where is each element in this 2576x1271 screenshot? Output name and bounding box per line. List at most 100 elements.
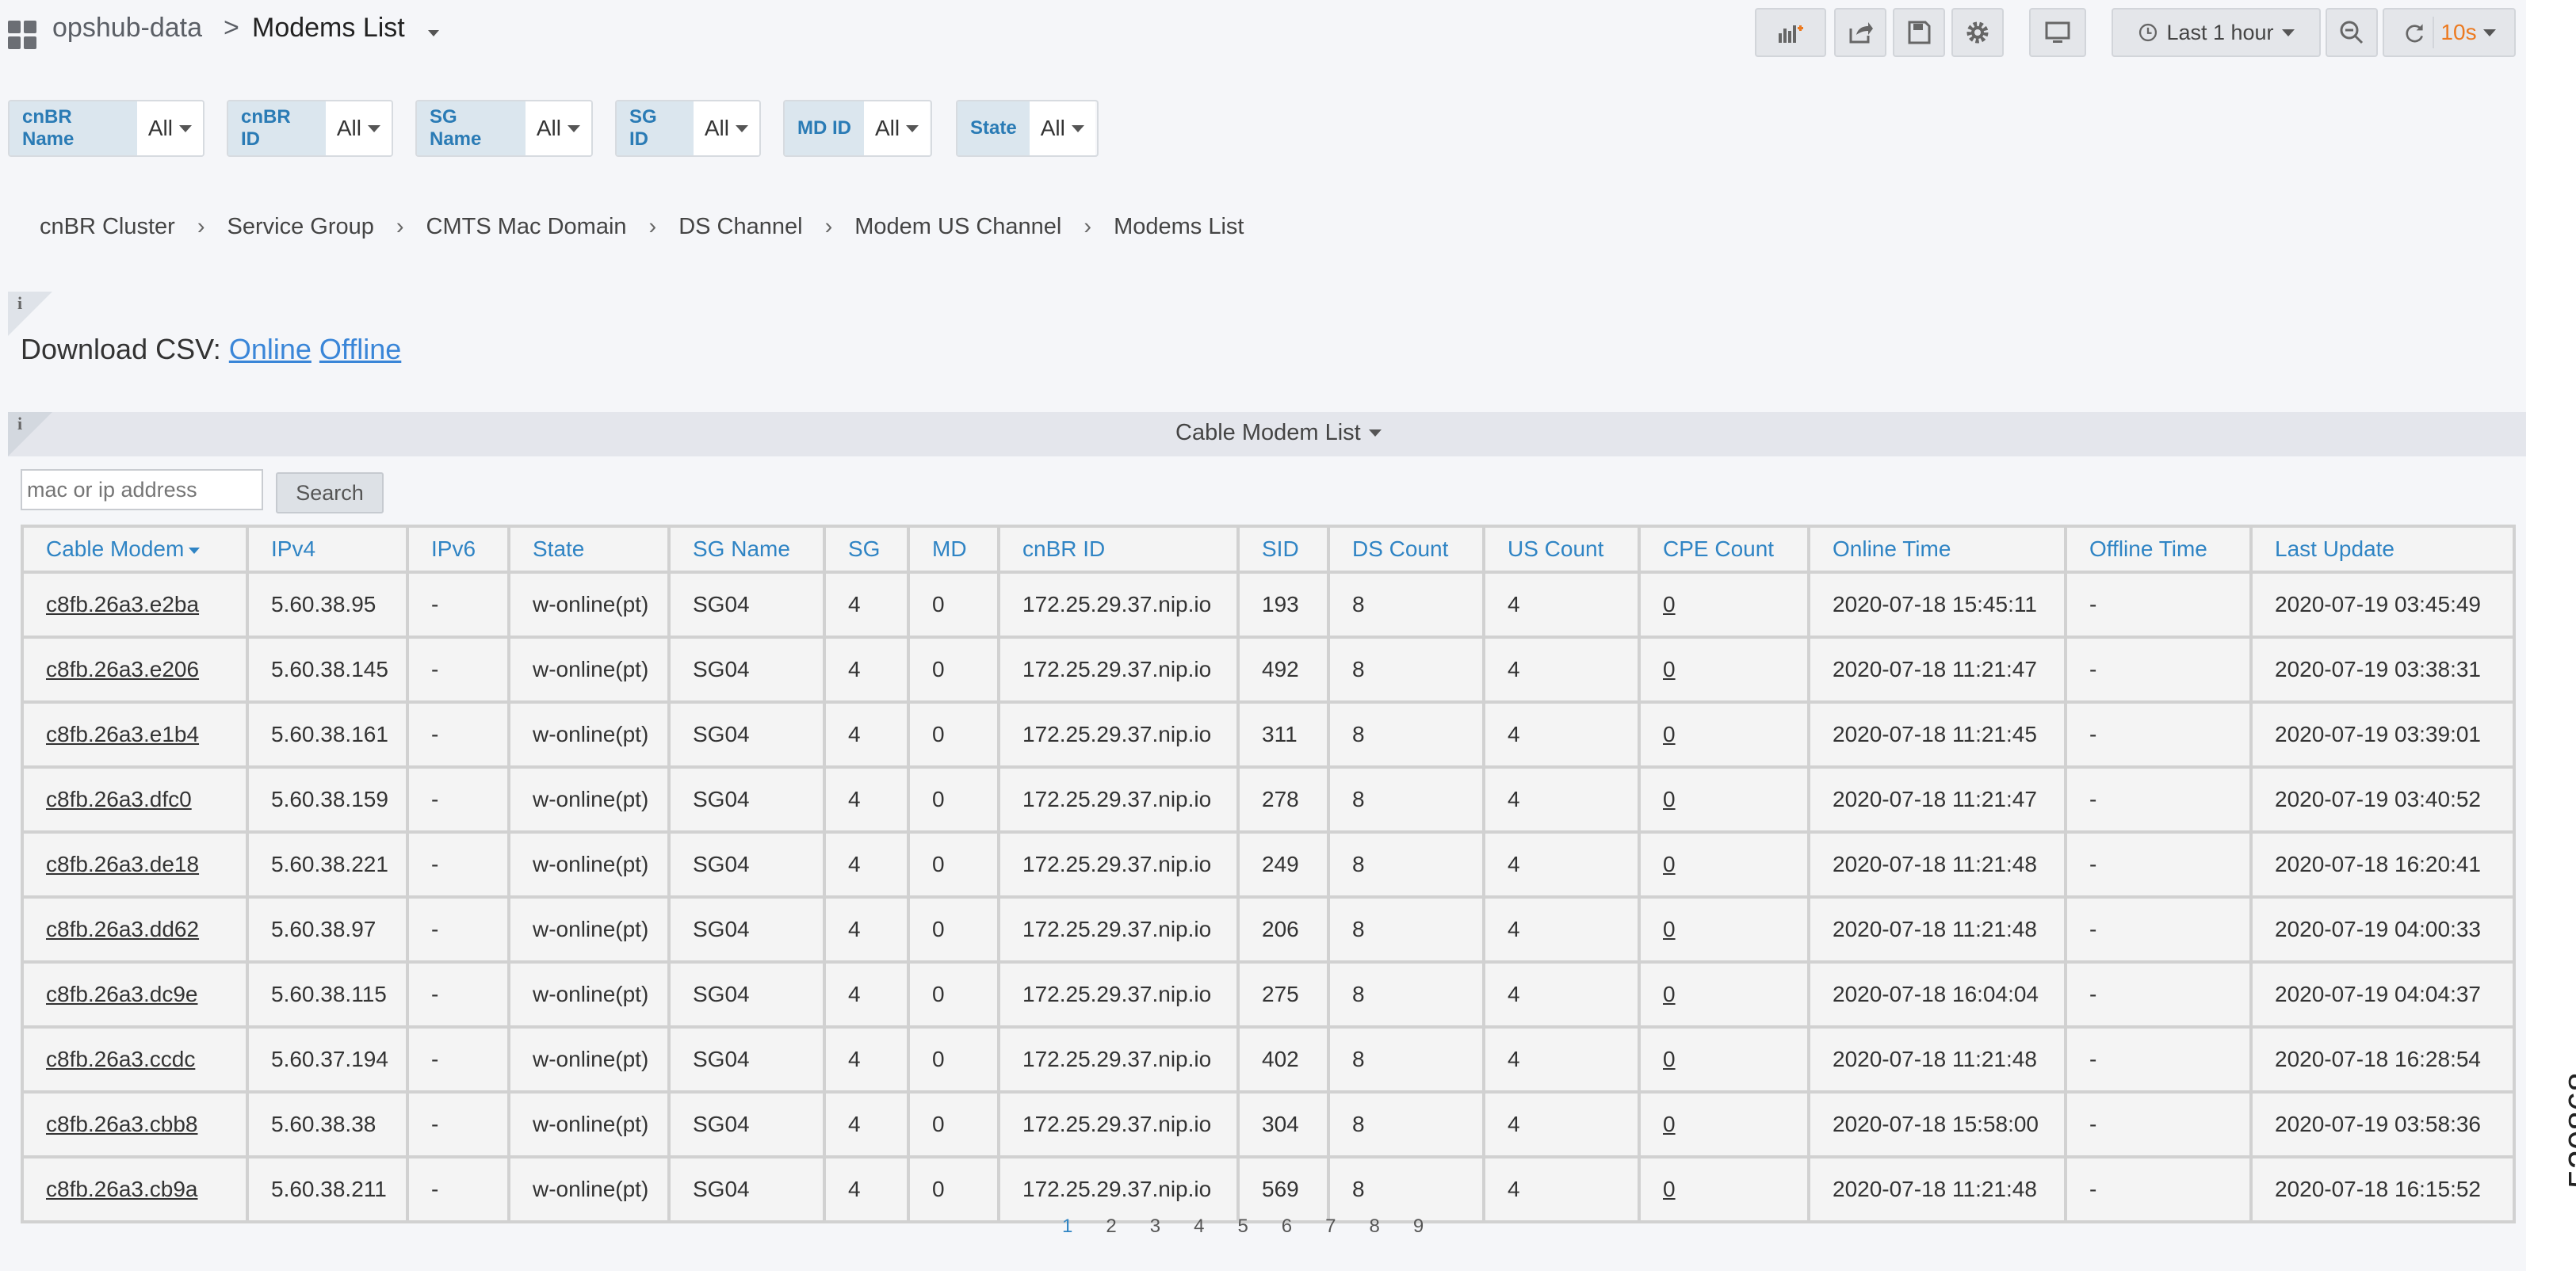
refresh-button[interactable]: 10s	[2383, 8, 2516, 57]
table-cell[interactable]: c8fb.26a3.cbb8	[21, 1090, 249, 1158]
column-header[interactable]: US Count	[1482, 525, 1641, 574]
nav-link-cmts-mac-domain[interactable]: CMTS Mac Domain	[426, 214, 627, 240]
variable-state[interactable]: State All	[956, 100, 1099, 157]
grid-apps-icon[interactable]	[8, 21, 36, 49]
column-header[interactable]: SG	[823, 525, 910, 574]
variable-cnbr-id[interactable]: cnBR ID All	[227, 100, 393, 157]
page-link[interactable]: 7	[1325, 1216, 1336, 1238]
table-row[interactable]: c8fb.26a3.cbb8 5.60.38.38 - w-online(pt) SG0…	[21, 1090, 2516, 1158]
modem-link[interactable]: c8fb.26a3.e1b4	[46, 722, 199, 746]
cpe-count-link[interactable]: 0	[1663, 787, 1676, 811]
modem-link[interactable]: c8fb.26a3.de18	[46, 852, 199, 876]
modem-link[interactable]: c8fb.26a3.dfc0	[46, 787, 192, 811]
table-cell[interactable]: 0	[1638, 1155, 1810, 1223]
nav-link-modem-us-channel[interactable]: Modem US Channel	[854, 214, 1061, 240]
table-cell[interactable]: 0	[1638, 636, 1810, 704]
dashboard-folder-link[interactable]: opshub-data	[52, 13, 202, 44]
tv-mode-button[interactable]	[2029, 8, 2086, 57]
page-link[interactable]: 1	[1062, 1216, 1072, 1238]
table-cell[interactable]: c8fb.26a3.cb9a	[21, 1155, 249, 1223]
nav-link-ds-channel[interactable]: DS Channel	[678, 214, 802, 240]
variable-value-picker[interactable]: All	[693, 101, 759, 155]
panel-title-menu[interactable]: Cable Modem List	[1175, 420, 1382, 446]
page-link[interactable]: 5	[1237, 1216, 1248, 1238]
variable-md-id[interactable]: MD ID All	[783, 100, 932, 157]
column-header[interactable]: Cable Modem	[21, 525, 249, 574]
page-link[interactable]: 3	[1150, 1216, 1160, 1238]
table-row[interactable]: c8fb.26a3.dd62 5.60.38.97 - w-online(pt) SG0…	[21, 895, 2516, 964]
modem-link[interactable]: c8fb.26a3.cb9a	[46, 1177, 198, 1201]
column-header[interactable]: SID	[1236, 525, 1330, 574]
column-header[interactable]: State	[507, 525, 671, 574]
variable-sg-id[interactable]: SG ID All	[615, 100, 761, 157]
table-row[interactable]: c8fb.26a3.e1b4 5.60.38.161 - w-online(pt) SG…	[21, 700, 2516, 769]
table-row[interactable]: c8fb.26a3.cb9a 5.60.38.211 - w-online(pt) SG…	[21, 1155, 2516, 1223]
table-cell[interactable]: c8fb.26a3.dc9e	[21, 960, 249, 1029]
variable-cnbr-name[interactable]: cnBR Name All	[8, 100, 204, 157]
column-header[interactable]: DS Count	[1327, 525, 1485, 574]
table-cell[interactable]: c8fb.26a3.ccdc	[21, 1025, 249, 1094]
modem-link[interactable]: c8fb.26a3.dc9e	[46, 982, 198, 1006]
table-cell[interactable]: c8fb.26a3.e2ba	[21, 571, 249, 639]
table-row[interactable]: c8fb.26a3.dc9e 5.60.38.115 - w-online(pt) SG…	[21, 960, 2516, 1029]
table-cell[interactable]: 0	[1638, 571, 1810, 639]
chevron-down-icon[interactable]	[428, 30, 439, 36]
column-header[interactable]: IPv6	[406, 525, 510, 574]
column-header[interactable]: Last Update	[2249, 525, 2516, 574]
column-header[interactable]: Online Time	[1807, 525, 2067, 574]
column-header[interactable]: CPE Count	[1638, 525, 1810, 574]
table-row[interactable]: c8fb.26a3.e206 5.60.38.145 - w-online(pt) SG…	[21, 636, 2516, 704]
modem-link[interactable]: c8fb.26a3.e206	[46, 657, 199, 681]
column-header[interactable]: IPv4	[246, 525, 409, 574]
zoom-out-button[interactable]	[2326, 8, 2378, 57]
settings-button[interactable]	[1951, 8, 2004, 57]
variable-value-picker[interactable]: All	[525, 101, 591, 155]
table-row[interactable]: c8fb.26a3.dfc0 5.60.38.159 - w-online(pt) SG…	[21, 765, 2516, 834]
download-online-link[interactable]: Online	[229, 333, 311, 365]
page-link[interactable]: 8	[1370, 1216, 1380, 1238]
table-cell[interactable]: 0	[1638, 1090, 1810, 1158]
cpe-count-link[interactable]: 0	[1663, 722, 1676, 746]
page-link[interactable]: 9	[1413, 1216, 1424, 1238]
table-cell[interactable]: c8fb.26a3.e1b4	[21, 700, 249, 769]
table-cell[interactable]: c8fb.26a3.dfc0	[21, 765, 249, 834]
variable-sg-name[interactable]: SG Name All	[415, 100, 593, 157]
table-cell[interactable]: 0	[1638, 895, 1810, 964]
panel-info-icon[interactable]: i	[8, 292, 52, 336]
time-range-picker[interactable]: Last 1 hour	[2112, 8, 2321, 57]
cpe-count-link[interactable]: 0	[1663, 1177, 1676, 1201]
search-input[interactable]	[21, 469, 263, 510]
variable-value-picker[interactable]: All	[1029, 101, 1095, 155]
column-header[interactable]: cnBR ID	[997, 525, 1240, 574]
column-header[interactable]: MD	[907, 525, 1000, 574]
table-row[interactable]: c8fb.26a3.ccdc 5.60.37.194 - w-online(pt) SG…	[21, 1025, 2516, 1094]
cpe-count-link[interactable]: 0	[1663, 917, 1676, 941]
nav-link-service-group[interactable]: Service Group	[227, 214, 374, 240]
save-button[interactable]	[1893, 8, 1945, 57]
search-button[interactable]: Search	[276, 472, 384, 513]
table-cell[interactable]: 0	[1638, 1025, 1810, 1094]
dashboard-title[interactable]: Modems List	[252, 13, 405, 44]
nav-link-modems-list[interactable]: Modems List	[1114, 214, 1244, 240]
share-button[interactable]	[1834, 8, 1886, 57]
add-panel-button[interactable]	[1755, 8, 1826, 57]
modem-link[interactable]: c8fb.26a3.cbb8	[46, 1112, 198, 1136]
table-cell[interactable]: c8fb.26a3.dd62	[21, 895, 249, 964]
cpe-count-link[interactable]: 0	[1663, 1047, 1676, 1071]
cpe-count-link[interactable]: 0	[1663, 1112, 1676, 1136]
cpe-count-link[interactable]: 0	[1663, 592, 1676, 616]
cpe-count-link[interactable]: 0	[1663, 657, 1676, 681]
modem-link[interactable]: c8fb.26a3.ccdc	[46, 1047, 195, 1071]
table-cell[interactable]: 0	[1638, 700, 1810, 769]
modem-link[interactable]: c8fb.26a3.e2ba	[46, 592, 199, 616]
variable-value-picker[interactable]: All	[136, 101, 203, 155]
table-row[interactable]: c8fb.26a3.de18 5.60.38.221 - w-online(pt) SG…	[21, 830, 2516, 899]
page-link[interactable]: 2	[1106, 1216, 1116, 1238]
modem-link[interactable]: c8fb.26a3.dd62	[46, 917, 199, 941]
download-offline-link[interactable]: Offline	[319, 333, 401, 365]
table-cell[interactable]: c8fb.26a3.de18	[21, 830, 249, 899]
cpe-count-link[interactable]: 0	[1663, 852, 1676, 876]
column-header[interactable]: Offline Time	[2064, 525, 2253, 574]
cpe-count-link[interactable]: 0	[1663, 982, 1676, 1006]
variable-value-picker[interactable]: All	[325, 101, 392, 155]
